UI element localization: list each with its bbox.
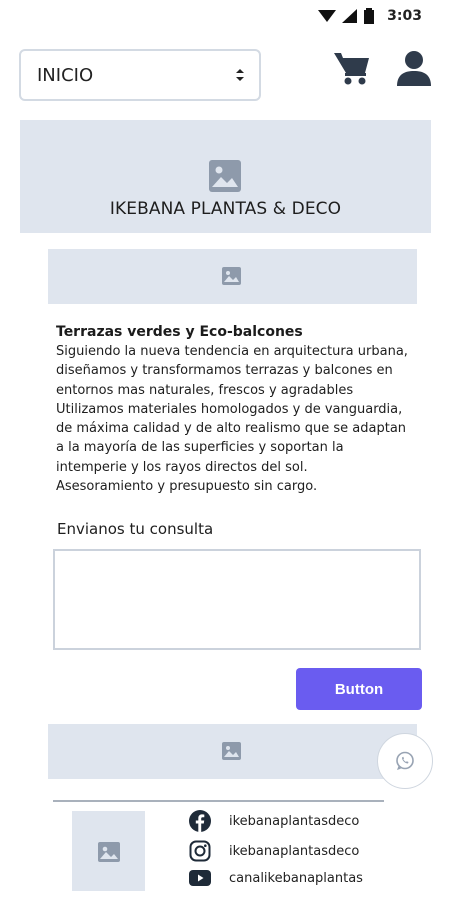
youtube-label: canalikebanaplantas [229,870,363,886]
image-placeholder-icon [209,160,241,192]
page-select[interactable]: INICIO [19,49,261,101]
footer-image [72,811,145,891]
article-line: Siguiendo la nueva tendencia en arquitec… [56,344,408,359]
article-line: entornos mas naturales, frescos y agrada… [56,382,354,398]
cart-button[interactable] [332,50,372,86]
cart-icon [334,53,369,85]
instagram-label: ikebanaplantasdeco [229,843,360,859]
youtube-icon [189,870,211,886]
article-line: a la mayoría de las superficies y soport… [56,440,344,456]
article-line: Asesoramiento y presupuesto sin cargo. [56,479,318,495]
facebook-icon [189,810,211,832]
article-title: Terrazas verdes y Eco-balcones [56,324,303,340]
hero-banner: IKEBANA PLANTAS & DECO [20,120,431,233]
image-placeholder-icon [222,267,241,285]
user-icon [397,51,431,86]
message-textarea[interactable] [53,549,421,650]
whatsapp-button[interactable] [377,733,433,789]
image-banner-bottom [48,724,417,779]
image-placeholder-icon [98,842,120,862]
select-arrows-icon [235,68,245,82]
youtube-link[interactable]: canalikebanaplantas [189,869,363,887]
article-line: intemperie y los rayos directos del sol. [56,459,308,475]
status-time: 3:03 [387,8,422,24]
article-body: Siguiendo la nueva tendencia en arquitec… [56,342,436,496]
article: Terrazas verdes y Eco-balcones Siguiendo… [56,323,436,496]
instagram-link[interactable]: ikebanaplantasdeco [189,840,359,862]
user-button[interactable] [395,50,433,86]
wifi-icon [318,10,337,22]
form-label: Envianos tu consulta [57,520,214,538]
article-line: de máxima calidad y de alto realismo que… [56,421,407,437]
whatsapp-icon [396,751,414,770]
article-line: Utilizamos materiales homologados y de v… [56,401,403,417]
submit-button[interactable]: Button [296,668,422,710]
page-select-value: INICIO [37,64,94,86]
battery-icon [364,8,375,24]
article-line: diseñamos y transformamos terrazas y bal… [56,363,393,379]
instagram-icon [189,840,211,862]
status-bar: 3:03 [0,0,450,34]
signal-icon [342,9,358,23]
facebook-label: ikebanaplantasdeco [229,813,360,829]
hero-title: IKEBANA PLANTAS & DECO [109,199,342,219]
image-placeholder-icon [222,742,241,760]
facebook-link[interactable]: ikebanaplantasdeco [189,810,359,832]
image-banner [48,249,417,304]
status-icons: 3:03 [318,8,422,24]
footer-divider [53,800,384,802]
